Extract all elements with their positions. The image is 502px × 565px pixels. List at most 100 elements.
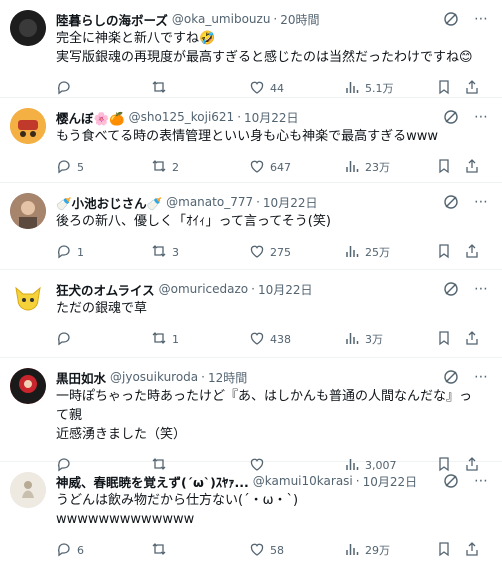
tweet[interactable]: 黒田如水 @jyosuikuroda · 12時間 ⋯ 一時ぽちゃった時あったけ… [0,358,502,472]
view-count: 29万 [365,544,390,557]
avatar[interactable] [10,280,46,316]
reply-icon [56,541,72,560]
timestamp[interactable]: 10月22日 [258,281,313,298]
tweet-line: 後ろの新八、優しく「ｵｲｨ」って言ってそう(笑) [56,214,331,229]
timestamp[interactable]: 10月22日 [363,473,418,490]
timestamp[interactable]: 20時間 [280,11,319,28]
tweet-header: 🍼小池おじさん🍼 @manato_777 · 10月22日 [56,192,490,212]
grok-icon[interactable] [442,280,460,298]
more-icon[interactable]: ⋯ [472,368,490,386]
reply-button[interactable]: 6 [56,541,151,560]
like-button[interactable]: 438 [249,330,344,349]
like-count: 647 [270,160,291,174]
bookmark-icon [436,541,452,560]
display-name[interactable]: 樱んぼ🌸🍊 [56,108,125,127]
heart-icon [249,243,265,262]
like-button[interactable]: 58 [249,541,344,560]
user-handle[interactable]: @kamui10karasi [253,474,353,488]
user-handle[interactable]: @omuricedazo [159,282,249,296]
retweet-icon [151,541,167,560]
like-button[interactable]: 44 [249,79,344,98]
bookmark-button[interactable] [436,243,464,262]
more-icon[interactable]: ⋯ [472,10,490,28]
retweet-count: 1 [172,332,179,346]
reply-button[interactable]: 1 [56,243,151,262]
views-icon [344,243,360,262]
heart-icon [249,541,265,560]
share-button[interactable] [464,243,484,262]
more-icon[interactable]: ⋯ [472,108,490,126]
more-icon[interactable]: ⋯ [472,193,490,211]
timestamp[interactable]: 12時間 [208,369,247,386]
tweet[interactable]: 陸暮らしの海ボーズ @oka_umibouzu · 20時間 ⋯ 完全に神楽と新… [0,0,502,98]
display-name[interactable]: 狂犬のオムライス [56,280,155,299]
tweet-line: うどんは飲み物だから仕方ない(´・ω・`) [56,493,299,508]
retweet-button[interactable]: 3 [151,243,249,262]
reply-button[interactable]: 5 [56,158,151,177]
share-button[interactable] [464,158,484,177]
reply-button[interactable] [56,79,151,98]
retweet-count: 2 [172,160,179,174]
views-button[interactable]: 3万 [344,330,436,349]
avatar[interactable] [10,368,46,404]
retweet-button[interactable] [151,541,249,560]
bookmark-button[interactable] [436,541,464,560]
tweet[interactable]: 樱んぼ🌸🍊 @sho125_koji621 · 10月22日 ⋯ もう食べてる時… [0,98,502,183]
like-button[interactable]: 647 [249,158,344,177]
avatar[interactable] [10,108,46,144]
retweet-icon [151,79,167,98]
views-button[interactable]: 29万 [344,541,436,560]
views-icon [344,541,360,560]
heart-icon [249,330,265,349]
separator-dot: · [251,282,255,296]
tweet-header-icons: ⋯ [442,280,490,298]
share-button[interactable] [464,541,484,560]
display-name[interactable]: 黒田如水 [56,368,106,387]
display-name[interactable]: 🍼小池おじさん🍼 [56,193,162,212]
user-handle[interactable]: @jyosuikuroda [110,370,198,384]
reply-icon [56,243,72,262]
more-icon[interactable]: ⋯ [472,472,490,490]
grok-icon[interactable] [442,193,460,211]
retweet-button[interactable]: 1 [151,330,249,349]
views-button[interactable]: 25万 [344,243,436,262]
tweet-header: 樱んぼ🌸🍊 @sho125_koji621 · 10月22日 [56,107,490,127]
share-button[interactable] [464,330,484,349]
tweet-header-icons: ⋯ [442,10,490,28]
tweet-line: 近感湧きました（笑） [56,427,187,442]
retweet-button[interactable]: 2 [151,158,249,177]
bookmark-button[interactable] [436,158,464,177]
tweet[interactable]: 🍼小池おじさん🍼 @manato_777 · 10月22日 ⋯ 後ろの新八、優し… [0,183,502,270]
views-button[interactable]: 5.1万 [344,79,436,98]
view-count: 23万 [365,161,390,174]
grok-icon[interactable] [442,10,460,28]
tweet-line: wwwwwwwwwwwww [56,512,195,527]
separator-dot: · [355,474,360,488]
more-icon[interactable]: ⋯ [472,280,490,298]
bookmark-icon [436,243,452,262]
grok-icon[interactable] [442,472,460,490]
grok-icon[interactable] [442,368,460,386]
tweet-header: 神威、春眠暁を覚えず(´ω`)ｽﾔｧ... @kamui10karasi · 1… [56,471,490,491]
retweet-button[interactable] [151,79,249,98]
like-button[interactable]: 275 [249,243,344,262]
tweet-header-icons: ⋯ [442,472,490,490]
share-button[interactable] [464,79,484,98]
avatar[interactable] [10,472,46,508]
avatar[interactable] [10,10,46,46]
grok-icon[interactable] [442,108,460,126]
bookmark-button[interactable] [436,330,464,349]
bookmark-button[interactable] [436,79,464,98]
reply-button[interactable] [56,330,151,349]
avatar[interactable] [10,193,46,229]
user-handle[interactable]: @sho125_koji621 [129,110,235,124]
display-name[interactable]: 陸暮らしの海ボーズ [56,10,168,29]
tweet[interactable]: 狂犬のオムライス @omuricedazo · 10月22日 ⋯ ただの銀魂で草… [0,270,502,358]
user-handle[interactable]: @manato_777 [166,195,253,209]
timestamp[interactable]: 10月22日 [244,109,299,126]
user-handle[interactable]: @oka_umibouzu [172,12,271,26]
timestamp[interactable]: 10月22日 [263,194,318,211]
display-name[interactable]: 神威、春眠暁を覚えず(´ω`)ｽﾔｧ... [56,472,249,491]
views-button[interactable]: 23万 [344,158,436,177]
tweet[interactable]: 神威、春眠暁を覚えず(´ω`)ｽﾔｧ... @kamui10karasi · 1… [0,462,502,564]
